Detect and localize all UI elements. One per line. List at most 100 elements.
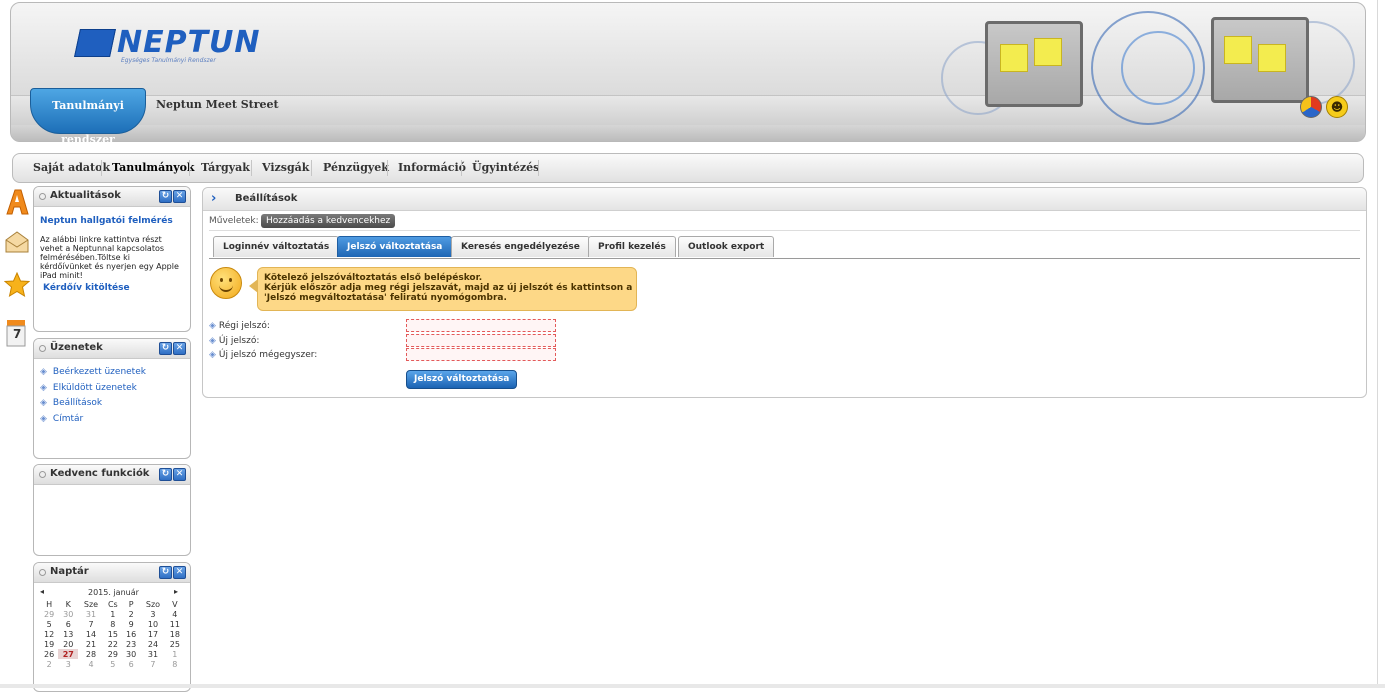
calendar-day[interactable]: 15	[104, 629, 122, 639]
calendar-day[interactable]: 3	[140, 609, 165, 619]
calendar-day[interactable]: 2	[122, 609, 140, 619]
tab-search-permission[interactable]: Keresés engedélyezése	[451, 236, 590, 257]
calendar-day[interactable]: 4	[78, 659, 103, 669]
menu-item-penzugyek[interactable]: Pénzügyek	[323, 154, 389, 182]
news-headline[interactable]: Neptun hallgatói felmérés	[40, 216, 173, 226]
arrow-icon: ◈	[40, 383, 47, 393]
calendar-day[interactable]: 1	[166, 649, 184, 659]
calendar-day[interactable]: 1	[104, 609, 122, 619]
calendar-day[interactable]: 5	[40, 619, 58, 629]
main-menu: Saját adatok Tanulmányok Tárgyak Vizsgák…	[12, 153, 1364, 183]
calendar-week-row: 19 20 21 22 23 24 25	[40, 639, 184, 649]
menu-item-ugyintezes[interactable]: Ügyintézés	[472, 154, 539, 182]
calendar-day[interactable]: 2	[40, 659, 58, 669]
calendar-day[interactable]: 8	[104, 619, 122, 629]
arrow-icon: ◈	[209, 321, 216, 331]
new-password-label: ◈ Új jelszó:	[209, 336, 260, 346]
calendar-day[interactable]: 29	[40, 609, 58, 619]
calendar-day[interactable]: 24	[140, 639, 165, 649]
news-box-header: Aktualitások ↻ ✕	[34, 187, 190, 207]
calendar-day[interactable]: 12	[40, 629, 58, 639]
tab-profile[interactable]: Profil kezelés	[588, 236, 676, 257]
old-password-input[interactable]	[406, 319, 556, 332]
change-password-button[interactable]: Jelszó változtatása	[406, 370, 518, 389]
calendar-day[interactable]: 13	[58, 629, 78, 639]
calendar-day[interactable]: 29	[104, 649, 122, 659]
calendar-day[interactable]: 26	[40, 649, 58, 659]
menu-item-vizsgak[interactable]: Vizsgák	[262, 154, 309, 182]
refresh-icon[interactable]: ↻	[159, 468, 172, 481]
calendar-day[interactable]: 7	[78, 619, 103, 629]
calendar-day[interactable]: 4	[166, 609, 184, 619]
calendar-day[interactable]: 3	[58, 659, 78, 669]
calendar-prev-icon[interactable]: ◂	[40, 587, 44, 596]
calendar-box: Naptár ↻ ✕ ◂ 2015. január ▸ H K Sze Cs P Szo V…	[33, 562, 191, 692]
messages-item-label: Elküldött üzenetek	[52, 383, 137, 393]
close-icon[interactable]: ✕	[173, 190, 186, 203]
calendar-day[interactable]: 21	[78, 639, 103, 649]
notice-bubble: Kötelező jelszóváltoztatás első belépésk…	[249, 267, 637, 311]
calendar-day[interactable]: 30	[58, 609, 78, 619]
accessibility-icon[interactable]: ☻	[1326, 96, 1348, 118]
calendar-icon[interactable]: 7	[4, 318, 30, 347]
box-bullet-icon	[39, 471, 46, 478]
calendar-day[interactable]: 10	[140, 619, 165, 629]
tab-outlook-export[interactable]: Outlook export	[678, 236, 775, 257]
refresh-icon[interactable]: ↻	[159, 566, 172, 579]
calendar-day[interactable]: 5	[104, 659, 122, 669]
calendar-day[interactable]: 30	[122, 649, 140, 659]
calendar-day[interactable]: 18	[166, 629, 184, 639]
calendar-week-row: 26 27 28 29 30 31 1	[40, 649, 184, 659]
calendar-day[interactable]: 7	[140, 659, 165, 669]
calendar-day[interactable]: 19	[40, 639, 58, 649]
messages-item-inbox[interactable]: ◈ Beérkezett üzenetek	[40, 367, 146, 377]
refresh-icon[interactable]: ↻	[159, 190, 172, 203]
color-theme-icon[interactable]	[1300, 96, 1322, 118]
calendar-weekday: V	[172, 599, 178, 609]
news-icon[interactable]	[4, 188, 30, 216]
tab-password-change[interactable]: Jelszó változtatása	[337, 236, 453, 257]
add-to-favorites-button[interactable]: Hozzáadás a kedvencekhez	[261, 214, 396, 228]
messages-item-directory[interactable]: ◈ Címtár	[40, 414, 83, 424]
calendar-day[interactable]: 27	[58, 649, 79, 659]
calendar-day[interactable]: 8	[166, 659, 184, 669]
calendar-day[interactable]: 6	[58, 619, 78, 629]
calendar-day[interactable]: 23	[122, 639, 140, 649]
calendar-week-row: 12 13 14 15 16 17 18	[40, 629, 184, 639]
calendar-day[interactable]: 6	[122, 659, 140, 669]
calendar-day[interactable]: 9	[122, 619, 140, 629]
arrow-icon: ◈	[40, 367, 47, 377]
favorites-star-icon[interactable]	[3, 271, 31, 300]
new-password-input[interactable]	[406, 334, 556, 347]
calendar-day[interactable]: 14	[78, 629, 103, 639]
calendar-day[interactable]: 11	[166, 619, 184, 629]
calendar-day[interactable]: 25	[166, 639, 184, 649]
refresh-icon[interactable]: ↻	[159, 342, 172, 355]
system-tab[interactable]: Tanulmányi rendszer	[30, 88, 146, 146]
menu-item-targyak[interactable]: Tárgyak	[201, 154, 250, 182]
messages-item-settings[interactable]: ◈ Beállítások	[40, 398, 102, 408]
favorites-box-title: Kedvenc funkciók	[50, 468, 150, 479]
calendar-day[interactable]: 22	[104, 639, 122, 649]
calendar-next-icon[interactable]: ▸	[174, 587, 178, 596]
calendar-day[interactable]: 17	[140, 629, 165, 639]
arrow-icon: ◈	[40, 414, 47, 424]
neptun-logo[interactable]: NEPTUN Egységes Tanulmányi Rendszer	[74, 28, 261, 64]
close-icon[interactable]: ✕	[173, 342, 186, 355]
calendar-day[interactable]: 31	[140, 649, 165, 659]
calendar-day[interactable]: 20	[58, 639, 78, 649]
menu-item-sajat-adatok[interactable]: Saját adatok	[33, 154, 110, 182]
calendar-day[interactable]: 31	[78, 609, 103, 619]
messages-icon[interactable]	[4, 230, 30, 258]
calendar-day[interactable]: 16	[122, 629, 140, 639]
survey-link[interactable]: Kérdőív kitöltése	[43, 283, 130, 293]
calendar-day[interactable]: 28	[78, 649, 103, 659]
favorites-box: Kedvenc funkciók ↻ ✕	[33, 464, 191, 556]
menu-item-informacio[interactable]: Információ	[398, 154, 466, 182]
menu-item-tanulmanyok[interactable]: Tanulmányok	[112, 154, 195, 182]
tab-login-name[interactable]: Loginnév változtatás	[213, 236, 340, 257]
messages-item-sent[interactable]: ◈ Elküldött üzenetek	[40, 383, 137, 393]
close-icon[interactable]: ✕	[173, 566, 186, 579]
close-icon[interactable]: ✕	[173, 468, 186, 481]
confirm-password-input[interactable]	[406, 348, 556, 361]
